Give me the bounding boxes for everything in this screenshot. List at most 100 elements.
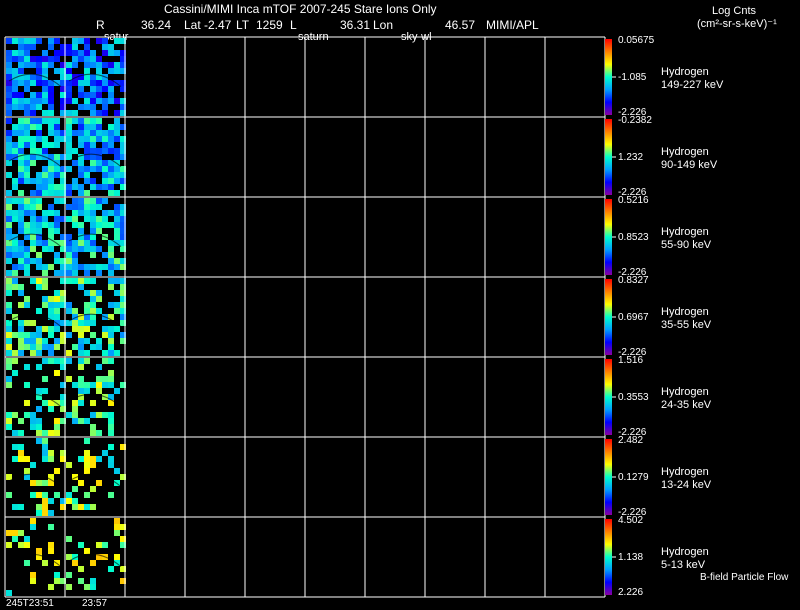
pixel-cell [66,190,72,196]
pixel-cell [66,302,72,308]
pixel-cell [42,376,48,382]
pixel-cell [84,450,90,456]
pixel-cell [72,486,78,492]
pixel-cell [84,382,90,388]
pixel-cell [96,456,102,462]
pixel-cell [66,130,72,136]
pixel-cell [96,376,102,382]
pixel-cell [102,130,108,136]
pixel-cell [6,542,12,548]
pixel-cell [48,142,54,148]
pixel-cell [108,326,114,332]
pixel-cell [96,118,102,124]
pixel-cell [78,210,84,216]
pixel-cell [90,104,96,110]
pixel-cell [84,118,90,124]
pixel-cell [84,264,90,270]
pixel-cell [36,424,42,430]
pixel-cell [54,270,60,276]
pixel-cell [84,44,90,50]
pixel-cell [84,326,90,332]
pixel-cell [96,264,102,270]
pixel-cell [6,216,12,222]
pixel-cell [90,124,96,130]
pixel-cell [54,572,60,578]
pixel-cell [36,118,42,124]
pixel-cell [102,216,108,222]
pixel-cell [6,98,12,104]
pixel-cell [78,344,84,350]
pixel-cell [108,210,114,216]
pixel-cell [102,412,108,418]
pixel-cell [66,376,72,382]
pixel-cell [42,142,48,148]
pixel-cell [66,110,72,116]
pixel-cell [6,38,12,44]
pixel-cell [6,412,12,418]
pixel-cell [108,444,114,450]
colorbar-mid: -1.085 [618,72,647,83]
pixel-cell [42,326,48,332]
pixel-cell [72,80,78,86]
pixel-cell [18,44,24,50]
pixel-cell [36,124,42,130]
pixel-cell [6,474,12,480]
pixel-cell [42,216,48,222]
pixel-cell [54,154,60,160]
pixel-cell [90,412,96,418]
pixel-cell [84,290,90,296]
pixel-cell [30,344,36,350]
pixel-cell [30,222,36,228]
pixel-cell [90,382,96,388]
pixel-cell [6,154,12,160]
pixel-cell [72,270,78,276]
pixel-cell [90,240,96,246]
pixel-cell [12,198,18,204]
pixel-cell [12,56,18,62]
pixel-cell [24,246,30,252]
pixel-cell [78,284,84,290]
pixel-cell [42,110,48,116]
bfield-note: B-field Particle Flow [700,572,789,583]
pixel-cell [12,332,18,338]
pixel-cell [24,124,30,130]
pixel-cell [18,210,24,216]
pixel-cell [30,44,36,50]
pixel-cell [6,492,12,498]
pixel-cell [18,258,24,264]
pixel-cell [108,462,114,468]
pixel-cell [114,308,120,314]
pixel-cell [30,338,36,344]
pixel-cell [18,240,24,246]
pixel-cell [18,178,24,184]
pixel-cell [36,388,42,394]
pixel-cell [54,190,60,196]
pixel-cell [36,92,42,98]
pixel-cell [24,264,30,270]
pixel-cell [42,444,48,450]
pixel-cell [96,136,102,142]
pixel-cell [84,492,90,498]
pixel-cell [108,44,114,50]
pixel-cell [54,344,60,350]
pixel-cell [96,56,102,62]
pixel-cell [12,358,18,364]
pixel-cell [96,160,102,166]
pixel-cell [78,364,84,370]
pixel-cell [6,332,12,338]
pixel-cell [84,172,90,178]
pixel-cell [42,504,48,510]
pixel-cell [102,80,108,86]
pixel-cell [96,338,102,344]
pixel-cell [54,302,60,308]
pixel-cell [24,382,30,388]
pixel-cell [36,104,42,110]
pixel-cell [36,204,42,210]
pixel-cell [36,148,42,154]
pixel-cell [78,376,84,382]
pixel-cell [84,38,90,44]
pixel-cell [54,258,60,264]
pixel-cell [48,524,54,530]
pixel-cell [48,510,54,516]
pixel-cell [18,124,24,130]
